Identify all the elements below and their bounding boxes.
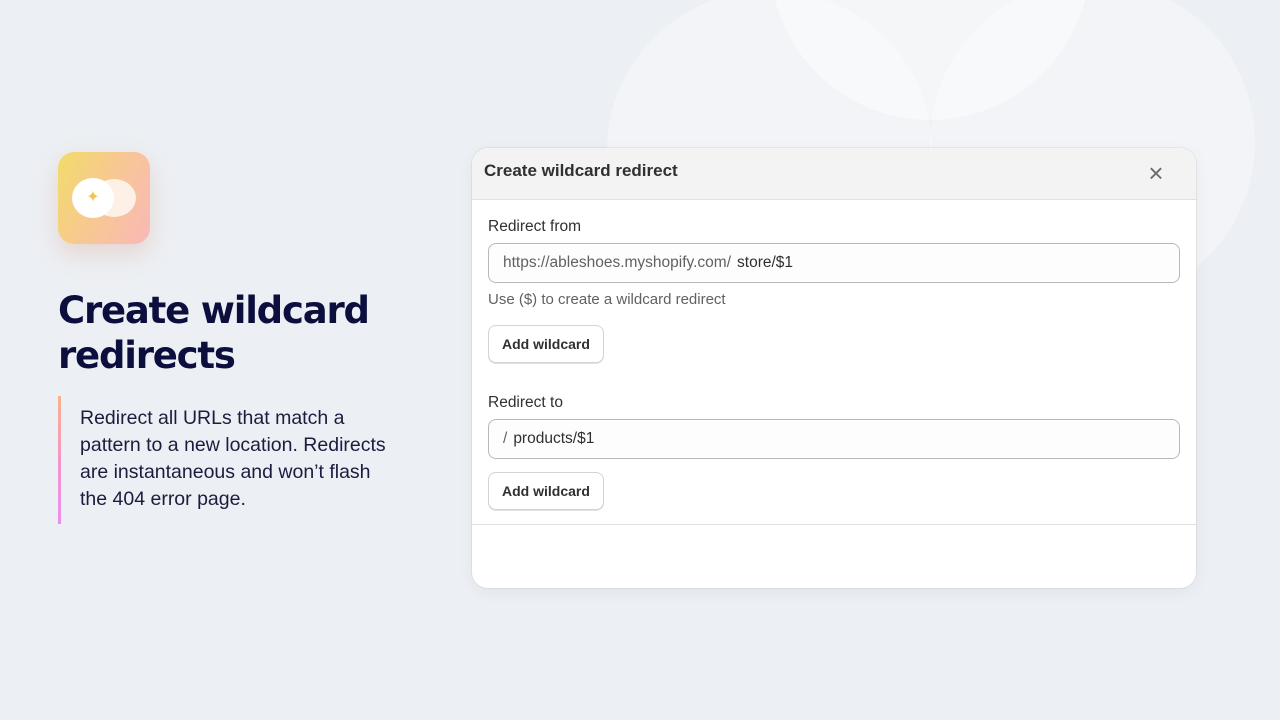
close-icon[interactable]: × <box>1142 160 1170 188</box>
redirect-from-prefix: https://ableshoes.myshopify.com/ <box>503 254 732 271</box>
modal-title: Create wildcard redirect <box>484 161 678 180</box>
redirect-to-prefix: / <box>503 430 508 447</box>
redirect-to-value[interactable]: products/$1 <box>513 430 594 447</box>
redirect-to-input[interactable]: / products/$1 <box>488 419 1180 459</box>
modal-footer <box>472 524 1196 588</box>
redirect-to-label: Redirect to <box>488 394 563 411</box>
app-logo: ✦ <box>58 152 150 244</box>
add-wildcard-button-to[interactable]: Add wildcard <box>488 472 604 510</box>
sparkle-icon: ✦ <box>72 178 114 218</box>
redirect-from-label: Redirect from <box>488 218 582 235</box>
create-wildcard-redirect-modal: Create wildcard redirect × Redirect from… <box>472 148 1196 588</box>
redirect-from-input[interactable]: https://ableshoes.myshopify.com/store/$1 <box>488 243 1180 283</box>
feature-description-block: Redirect all URLs that match a pattern t… <box>58 396 398 524</box>
redirect-from-value[interactable]: store/$1 <box>737 254 793 271</box>
modal-header: Create wildcard redirect × <box>472 148 1196 200</box>
wildcard-help-text: Use ($) to create a wildcard redirect <box>488 291 726 308</box>
feature-description: Redirect all URLs that match a pattern t… <box>80 407 386 510</box>
add-wildcard-button-from[interactable]: Add wildcard <box>488 325 604 363</box>
feature-title: Create wildcard redirects <box>58 289 370 377</box>
